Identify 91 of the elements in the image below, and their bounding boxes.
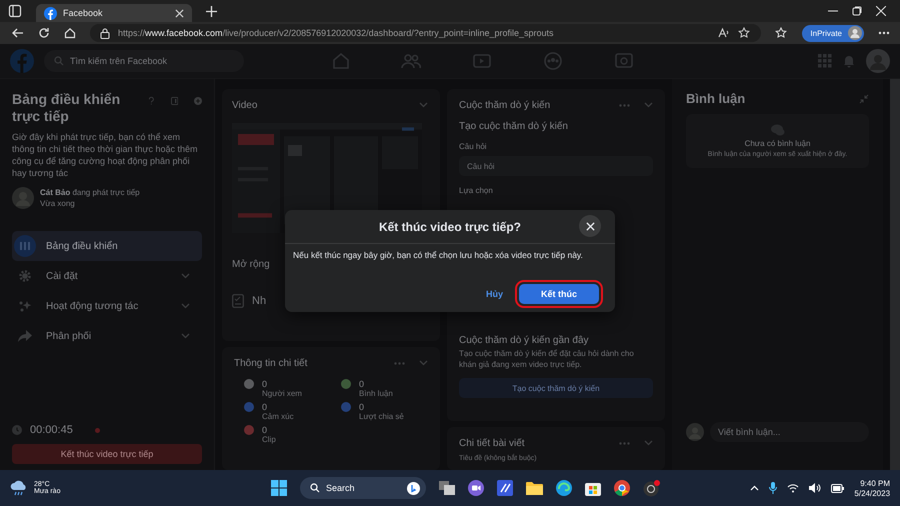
end-live-button[interactable]: Kết thúc video trực tiếp (12, 444, 202, 464)
card-title: Chi tiết bài viết (459, 438, 525, 448)
chrome-icon[interactable] (614, 480, 630, 496)
video-chat-icon[interactable] (468, 480, 484, 496)
tool-label: Nh (252, 295, 266, 307)
avatar-icon (848, 26, 862, 40)
sidebar-item[interactable]: Cài đặt (12, 261, 202, 291)
search-icon (54, 56, 64, 66)
stat-label: Bình luận (359, 389, 393, 398)
share-arrow-icon (18, 329, 32, 343)
field-label: Lựa chọn (459, 186, 494, 195)
microphone-icon[interactable] (769, 482, 778, 494)
empty-title: Chưa có bình luận (744, 139, 810, 148)
dialog-message: Nếu kết thúc ngay bây giờ, bạn có thể chọn lưu hoặc xóa video trực tiếp này. (293, 250, 584, 260)
more-icon[interactable] (878, 31, 890, 35)
inprivate-badge[interactable]: InPrivate (802, 24, 864, 42)
folder-icon[interactable] (526, 481, 543, 495)
restore-icon[interactable] (852, 6, 862, 16)
expand-label: Mở rộng (232, 259, 271, 270)
chevron-up-icon[interactable] (750, 485, 760, 491)
clock-date[interactable]: 5/24/2023 (854, 488, 890, 498)
browser-icon[interactable] (556, 480, 572, 496)
poll-heading: Tạo cuộc thăm dò ý kiến (459, 121, 569, 132)
stat-value: 0 (262, 379, 268, 389)
stat-value: 0 (359, 379, 366, 389)
avatar-icon (686, 423, 704, 441)
card-title: Cuộc thăm dò ý kiến (459, 100, 550, 110)
cancel-button[interactable]: Hủy (480, 288, 509, 300)
dashboard-icon (14, 235, 36, 257)
stat-label: Người xem (262, 389, 302, 398)
section-description: Tạo cuộc thăm dò ý kiến để đặt câu hỏi dành cho khán giả đang xem video trực tiếp. (459, 348, 635, 370)
card-title: Thông tin chi tiết (234, 358, 308, 368)
sidebar-item[interactable]: Hoạt động tương tác (12, 291, 202, 321)
sparkle-icon (18, 299, 32, 313)
facebook-logo-icon (44, 6, 57, 20)
comments-title: Bình luận (686, 91, 746, 106)
back-icon[interactable] (12, 27, 24, 39)
stat-value: 0 (359, 402, 366, 412)
read-aloud-icon[interactable] (718, 27, 730, 39)
clock-time[interactable]: 9:40 PM (860, 478, 890, 488)
card-title: Video (232, 100, 258, 110)
tab-actions-icon[interactable] (8, 4, 22, 18)
clock-icon (12, 425, 22, 435)
favorite-add-icon[interactable] (738, 27, 752, 39)
battery-icon[interactable] (831, 484, 844, 492)
question-field[interactable]: Câu hỏi (459, 156, 653, 176)
close-button[interactable] (579, 215, 601, 237)
scrollbar[interactable] (890, 79, 900, 470)
taskbar-search[interactable]: Search (300, 477, 426, 499)
search-field[interactable]: Tìm kiếm trên Facebook (44, 50, 244, 72)
speaker-icon[interactable] (809, 483, 822, 493)
sidebar-description: Giờ đây khi phát trực tiếp, bạn có thể xem thông tin chi tiết theo thời gian thực hoặc thêm công cụ để tăng cường hoạt động phân phối hay tương tác (12, 131, 199, 179)
stat-value: 0 (262, 425, 268, 435)
dialog-title: Kết thúc video trực tiếp? (378, 220, 522, 234)
stream-time: Vừa xong (40, 199, 76, 208)
field-label: Câu hỏi (459, 142, 488, 151)
stat-label: Lượt chia sẻ (359, 412, 404, 421)
stream-timer: 00:00:45 (30, 424, 73, 436)
live-dot-icon (94, 428, 100, 432)
comment-field[interactable]: Viết bình luận... (710, 422, 869, 442)
stat-value: 0 (262, 402, 268, 412)
section-title: Cuộc thăm dò ý kiến gần đây (459, 335, 590, 346)
new-tab-icon[interactable] (206, 6, 217, 16)
start-icon[interactable] (270, 480, 287, 496)
close-icon[interactable] (175, 8, 184, 18)
sidebar-item[interactable]: Bảng điều khiển (12, 231, 202, 261)
app-icon[interactable] (496, 480, 513, 496)
refresh-icon[interactable] (38, 27, 50, 39)
stat-label: Cảm xúc (262, 412, 294, 421)
search-icon (310, 483, 320, 493)
wifi-icon[interactable] (787, 484, 800, 492)
browser-tab[interactable]: Facebook (36, 4, 192, 22)
rain-cloud-icon (10, 480, 28, 496)
streamer-status: Cát Bảo đang phát trực tiếp (40, 188, 140, 197)
gear-icon (18, 269, 32, 283)
bing-icon (406, 482, 420, 494)
close-icon[interactable] (876, 6, 886, 16)
store-icon[interactable] (584, 480, 601, 496)
task-view-icon[interactable] (438, 481, 455, 495)
create-poll-button[interactable]: Tạo cuộc thăm dò ý kiến (459, 378, 653, 398)
sidebar-item[interactable]: Phân phối (12, 321, 202, 351)
lock-icon (100, 28, 110, 38)
sidebar-title: Bảng điều khiển trực tiếp (12, 91, 122, 125)
address-field[interactable]: https://www.facebook.com/live/producer/v2/208576912020032/dashboard/?entry_point=inline_profile_sprouts (90, 24, 762, 42)
favorites-icon[interactable] (775, 27, 788, 39)
close-icon (586, 222, 594, 230)
end-button[interactable]: Kết thúc (519, 284, 599, 304)
avatar-icon (12, 187, 34, 209)
checklist-icon (232, 294, 244, 308)
camera-app-icon[interactable] (642, 480, 660, 496)
stat-label: Clip (262, 435, 276, 444)
